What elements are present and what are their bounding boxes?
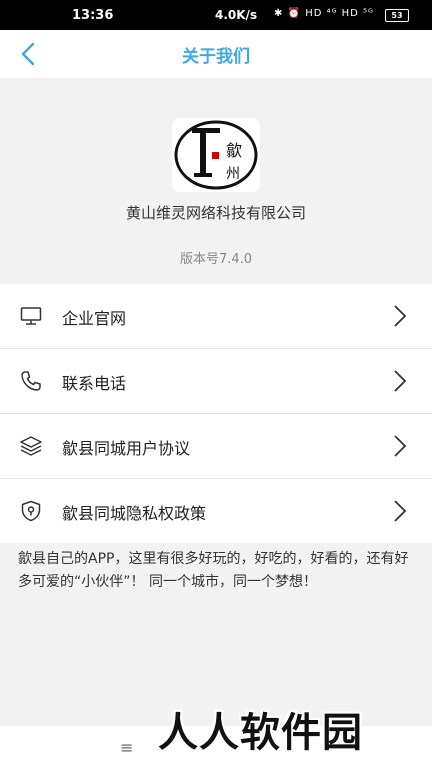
page-title: 关于我们 (182, 47, 250, 67)
menu-item-website[interactable]: 企业官网 (0, 284, 432, 349)
watermark: 人人软件园 (158, 710, 363, 756)
battery-icon: 53 (385, 9, 409, 22)
chevron-right-icon (390, 433, 410, 459)
menu-item-label: 企业官网 (62, 309, 127, 328)
menu-icon[interactable]: ≡ (120, 738, 133, 757)
menu-item-phone[interactable]: 联系电话 (0, 349, 432, 414)
network-speed: 4.0K/s (215, 8, 258, 22)
nav-bar: 关于我们 (0, 30, 432, 78)
status-bar: 13:36 4.0K/s ✱ ⏰ HD ⁴ᴳ HD ⁵ᴳ 53 (0, 0, 432, 30)
menu-item-label: 歙县同城隐私权政策 (62, 504, 207, 523)
about-section: 歙 州 黄山维灵网络科技有限公司 版本号7.4.0 (0, 78, 432, 283)
phone-icon (20, 370, 42, 392)
app-description: 歙县自己的APP，这里有很多好玩的，好吃的，好看的，还有好多可爱的“小伙伴”！ … (18, 551, 409, 590)
chevron-right-icon (390, 498, 410, 524)
shield-icon (20, 500, 42, 522)
monitor-icon (20, 305, 42, 327)
menu-item-user-agreement[interactable]: 歙县同城用户协议 (0, 414, 432, 479)
app-version: 版本号7.4.0 (179, 252, 253, 267)
chevron-right-icon (390, 303, 410, 329)
logo-char-1: 歙 (226, 141, 242, 160)
logo-char-2: 州 (226, 166, 240, 182)
app-logo: 歙 州 (172, 118, 260, 192)
status-time: 13:36 (72, 8, 114, 23)
company-name: 黄山维灵网络科技有限公司 (125, 204, 306, 222)
status-icons: ✱ ⏰ HD ⁴ᴳ HD ⁵ᴳ (274, 8, 374, 19)
chevron-right-icon (390, 368, 410, 394)
menu-item-label: 歙县同城用户协议 (62, 439, 191, 458)
menu-item-label: 联系电话 (62, 374, 127, 393)
about-menu: 企业官网 联系电话 歙县同城用户协议 歙县同城隐私权政策 (0, 284, 432, 543)
layers-icon (20, 435, 42, 457)
menu-item-privacy-policy[interactable]: 歙县同城隐私权政策 (0, 479, 432, 543)
